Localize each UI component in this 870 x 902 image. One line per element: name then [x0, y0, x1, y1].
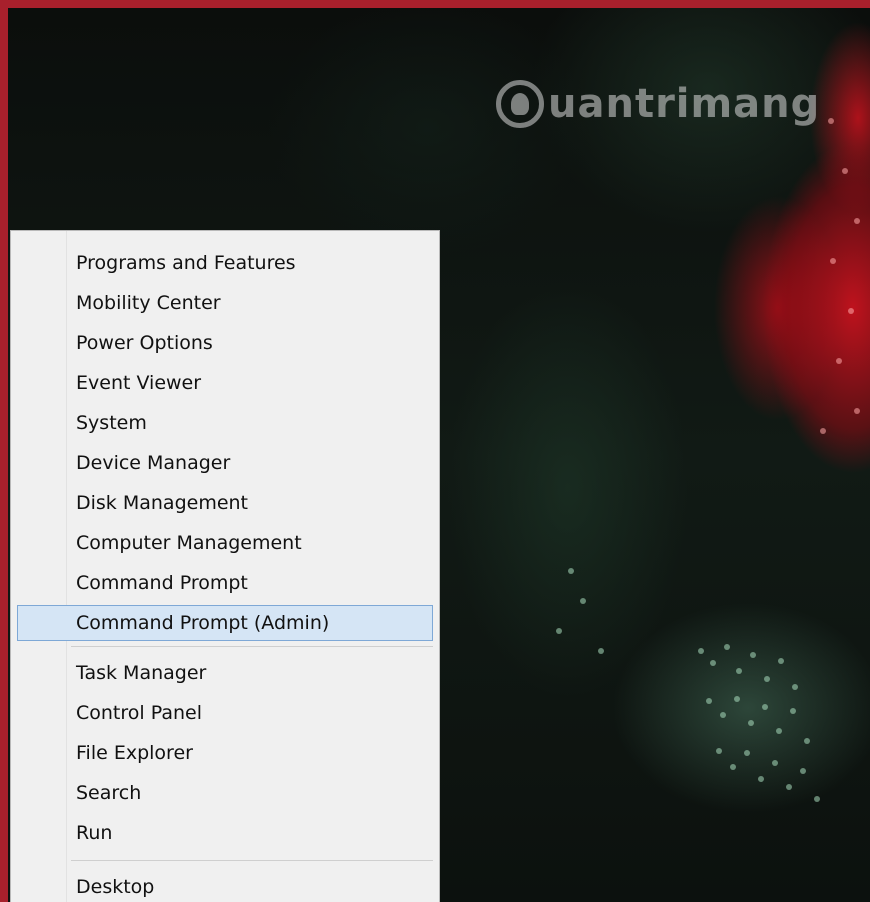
lightbulb-q-logo-icon: [496, 80, 544, 128]
menu-item-event-viewer[interactable]: Event Viewer: [17, 365, 433, 401]
water-droplet: [598, 648, 604, 654]
water-droplet: [750, 652, 756, 658]
menu-separator: [71, 860, 433, 861]
water-droplet: [556, 628, 562, 634]
water-droplet: [836, 358, 842, 364]
water-droplet: [758, 776, 764, 782]
water-droplet: [744, 750, 750, 756]
water-droplet: [804, 738, 810, 744]
menu-item-label: Computer Management: [76, 532, 302, 554]
menu-item-label: Desktop: [76, 876, 155, 898]
water-droplet: [800, 768, 806, 774]
water-droplet: [848, 308, 854, 314]
water-droplet: [710, 660, 716, 666]
menu-item-label: Programs and Features: [76, 252, 296, 274]
water-droplet: [734, 696, 740, 702]
menu-item-label: Command Prompt (Admin): [76, 612, 330, 634]
water-droplet: [814, 796, 820, 802]
menu-item-label: File Explorer: [76, 742, 193, 764]
power-user-menu: Programs and Features Mobility Center Powe…: [10, 230, 440, 902]
menu-item-label: Power Options: [76, 332, 213, 354]
water-droplet: [830, 258, 836, 264]
menu-item-command-prompt-admin[interactable]: Command Prompt (Admin): [17, 605, 433, 641]
water-droplet: [778, 658, 784, 664]
menu-item-label: Device Manager: [76, 452, 231, 474]
menu-item-label: Run: [76, 822, 113, 844]
menu-item-desktop[interactable]: Desktop: [17, 869, 433, 902]
water-droplet: [854, 408, 860, 414]
water-droplet: [716, 748, 722, 754]
water-droplet: [842, 168, 848, 174]
menu-item-computer-management[interactable]: Computer Management: [17, 525, 433, 561]
water-droplet: [828, 118, 834, 124]
menu-item-run[interactable]: Run: [17, 815, 433, 851]
menu-item-power-options[interactable]: Power Options: [17, 325, 433, 361]
water-droplet: [698, 648, 704, 654]
menu-item-label: Search: [76, 782, 142, 804]
menu-item-file-explorer[interactable]: File Explorer: [17, 735, 433, 771]
water-droplet: [776, 728, 782, 734]
menu-item-programs-and-features[interactable]: Programs and Features: [17, 245, 433, 281]
water-droplet: [748, 720, 754, 726]
water-droplet: [820, 428, 826, 434]
water-droplet: [724, 644, 730, 650]
water-droplet: [720, 712, 726, 718]
menu-item-device-manager[interactable]: Device Manager: [17, 445, 433, 481]
menu-item-system[interactable]: System: [17, 405, 433, 441]
menu-item-mobility-center[interactable]: Mobility Center: [17, 285, 433, 321]
menu-item-label: Mobility Center: [76, 292, 221, 314]
water-droplet: [706, 698, 712, 704]
water-droplet: [790, 708, 796, 714]
water-droplet: [568, 568, 574, 574]
desktop-screen: uantrimang Programs and Features Mobility…: [0, 0, 870, 902]
watermark-logo: uantrimang: [496, 80, 820, 128]
menu-item-control-panel[interactable]: Control Panel: [17, 695, 433, 731]
menu-item-disk-management[interactable]: Disk Management: [17, 485, 433, 521]
water-droplet: [736, 668, 742, 674]
menu-item-label: Disk Management: [76, 492, 249, 514]
menu-item-label: System: [76, 412, 147, 434]
water-droplet: [764, 676, 770, 682]
menu-separator: [71, 646, 433, 647]
menu-item-label: Command Prompt: [76, 572, 248, 594]
water-droplet: [762, 704, 768, 710]
watermark-text: uantrimang: [548, 81, 821, 127]
water-droplet: [730, 764, 736, 770]
water-droplet: [792, 684, 798, 690]
menu-item-label: Task Manager: [76, 662, 207, 684]
water-droplet: [854, 218, 860, 224]
water-droplet: [786, 784, 792, 790]
menu-item-label: Control Panel: [76, 702, 202, 724]
menu-item-label: Event Viewer: [76, 372, 202, 394]
water-droplet: [580, 598, 586, 604]
menu-item-command-prompt[interactable]: Command Prompt: [17, 565, 433, 601]
menu-item-task-manager[interactable]: Task Manager: [17, 655, 433, 691]
water-droplet: [772, 760, 778, 766]
menu-item-search[interactable]: Search: [17, 775, 433, 811]
